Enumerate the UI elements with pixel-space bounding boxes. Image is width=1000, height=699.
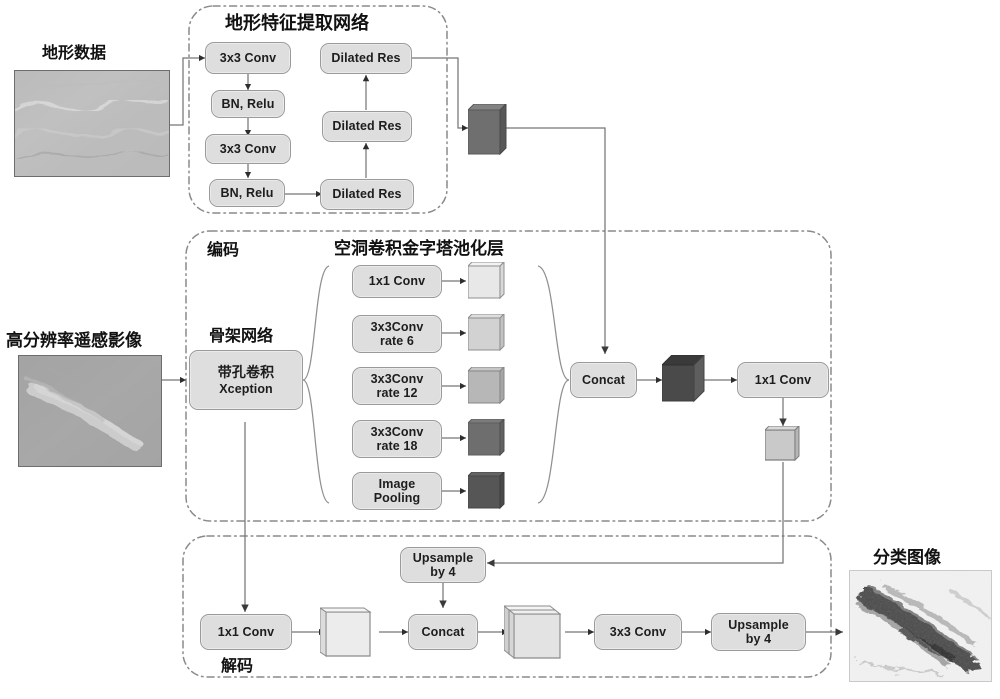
decoder-conv1x1-label: 1x1 Conv [217,624,275,639]
aspp-node-image-pooling-line2: Pooling [373,491,421,505]
backbone-node-line2: Xception [219,381,273,396]
decoder-upsample-output-line2: by 4 [745,632,772,646]
aspp-node-conv1x1-label: 1x1 Conv [368,274,426,289]
aspp-node-conv3x3-rate12[interactable]: 3x3Conv rate 12 [352,367,442,405]
decoder-concat-feature [502,602,568,664]
terrain-feature-cube [466,102,508,156]
encoder-conv1x1-label: 1x1 Conv [754,372,812,387]
terrain-node-dilated-res-3-label: Dilated Res [331,51,401,66]
encoder-concat-cube [660,353,706,407]
terrain-node-bnrelu-2-label: BN, Relu [220,185,274,200]
aspp-node-conv3x3-rate6-line2: rate 6 [380,334,414,348]
terrain-node-bnrelu-1-label: BN, Relu [221,96,275,111]
aspp-feature-image-pooling [466,470,508,512]
group-label-encoder: 编码 [207,242,240,259]
aspp-node-conv3x3-rate12-line1: 3x3Conv [370,371,424,386]
terrain-node-conv3x3-2[interactable]: 3x3 Conv [205,134,291,164]
caption-terrain-data: 地形数据 [42,45,107,62]
decoder-conv3x3-node[interactable]: 3x3 Conv [594,614,682,650]
terrain-node-dilated-res-2[interactable]: Dilated Res [322,111,412,142]
terrain-node-dilated-res-2-label: Dilated Res [332,119,402,134]
encoder-concat-node[interactable]: Concat [570,362,637,398]
decoder-concat-label: Concat [421,624,465,639]
aspp-node-image-pooling-line1: Image [378,476,416,491]
group-label-terrain-net: 地形特征提取网络 [225,13,369,33]
backbone-node-line1: 带孔卷积 [217,363,275,380]
encoder-output-feature [763,424,803,464]
aspp-feature-conv1x1 [466,260,508,302]
encoder-conv1x1-node[interactable]: 1x1 Conv [737,362,829,398]
aspp-feature-rate18 [466,417,508,459]
section-label-aspp: 空洞卷积金字塔池化层 [334,239,504,258]
terrain-data-image [14,70,170,177]
caption-classification-image: 分类图像 [873,548,941,567]
decoder-upsample-top-line1: Upsample [412,550,474,565]
decoder-low-level-feature [318,604,378,662]
decoder-conv1x1-node[interactable]: 1x1 Conv [200,614,292,650]
aspp-node-image-pooling[interactable]: Image Pooling [352,472,442,510]
decoder-upsample-output-line1: Upsample [728,617,789,632]
aspp-node-conv1x1[interactable]: 1x1 Conv [352,265,442,298]
aspp-node-conv3x3-rate6-line1: 3x3Conv [370,319,424,334]
aspp-node-conv3x3-rate18-line2: rate 18 [376,439,418,453]
architecture-diagram: 地形特征提取网络 编码 空洞卷积金字塔池化层 骨架网络 解码 地形数据 高分辨率… [0,0,1000,699]
aspp-node-conv3x3-rate12-line2: rate 12 [376,386,418,400]
aspp-feature-rate6 [466,312,508,354]
terrain-node-bnrelu-2[interactable]: BN, Relu [209,179,285,207]
terrain-node-dilated-res-1-label: Dilated Res [332,187,402,202]
section-label-backbone: 骨架网络 [209,328,274,345]
caption-remote-sensing-image: 高分辨率遥感影像 [6,331,142,350]
terrain-node-conv3x3-1-label: 3x3 Conv [219,50,277,65]
aspp-feature-rate12 [466,365,508,407]
terrain-node-dilated-res-3[interactable]: Dilated Res [320,43,412,74]
decoder-conv3x3-label: 3x3 Conv [609,624,667,639]
aspp-node-conv3x3-rate6[interactable]: 3x3Conv rate 6 [352,315,442,353]
group-label-decoder: 解码 [221,658,254,675]
decoder-upsample-top-line2: by 4 [430,565,456,579]
terrain-node-conv3x3-1[interactable]: 3x3 Conv [205,42,291,74]
terrain-node-dilated-res-1[interactable]: Dilated Res [320,179,414,210]
decoder-concat-node[interactable]: Concat [408,614,478,650]
terrain-node-bnrelu-1[interactable]: BN, Relu [211,90,285,118]
aspp-node-conv3x3-rate18[interactable]: 3x3Conv rate 18 [352,420,442,458]
decoder-upsample-output-node[interactable]: Upsample by 4 [711,613,806,651]
terrain-node-conv3x3-2-label: 3x3 Conv [219,141,277,156]
aspp-node-conv3x3-rate18-line1: 3x3Conv [370,424,424,439]
remote-sensing-image [18,355,162,467]
classification-output-image [849,570,992,682]
decoder-upsample-top-node[interactable]: Upsample by 4 [400,547,486,583]
encoder-concat-label: Concat [582,372,625,387]
backbone-node-xception[interactable]: 带孔卷积 Xception [189,350,303,410]
